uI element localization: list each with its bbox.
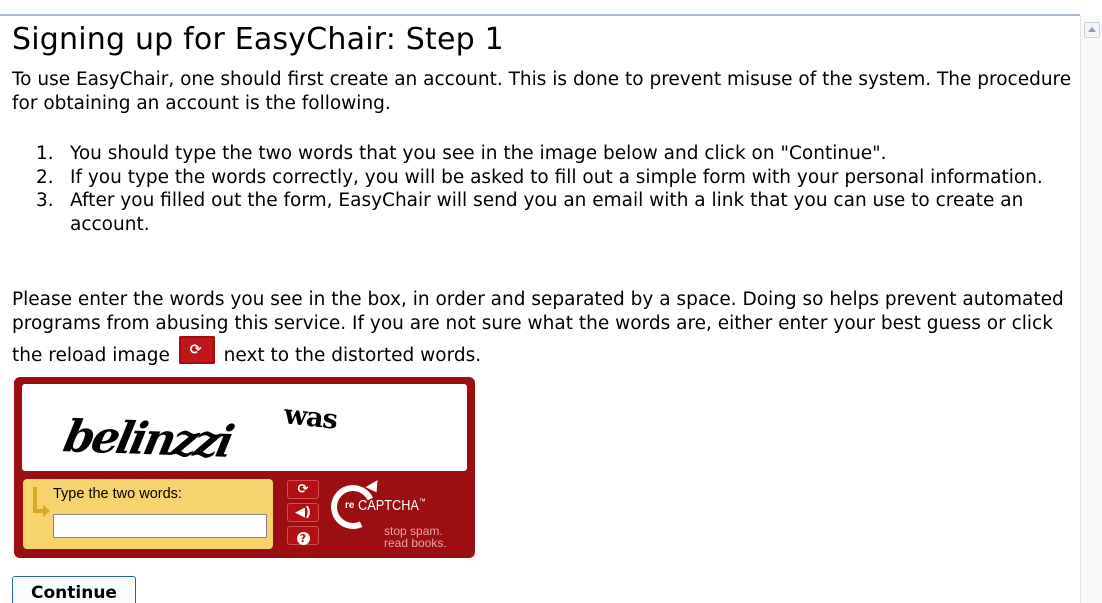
reload-icon: ⟳ — [297, 482, 309, 497]
captcha-instructions: Please enter the words you see in the bo… — [12, 288, 1080, 368]
scroll-up-button[interactable] — [1084, 22, 1100, 38]
arrow-icon-head — [43, 505, 50, 517]
recaptcha-widget: belinzzi was Type the two words: ⟳ ◀) ? … — [14, 377, 475, 558]
logo-name: CAPTCHA™ — [358, 497, 426, 514]
instructions-text: Please enter the words you see in the bo… — [12, 289, 1064, 366]
logo-tagline-2: read books. — [384, 536, 447, 550]
steps-list: 1. You should type the two words that yo… — [0, 142, 1080, 237]
step-number: 2. — [36, 167, 54, 188]
reload-icon: ⟳ — [178, 336, 215, 364]
list-item: 1. You should type the two words that yo… — [0, 142, 1080, 166]
step-text: If you type the words correctly, you wil… — [70, 167, 1043, 188]
chevron-up-icon — [1088, 27, 1096, 32]
logo-trademark: ™ — [418, 497, 426, 506]
list-item: 2. If you type the words correctly, you … — [0, 166, 1080, 190]
step-text: After you filled out the form, EasyChair… — [70, 190, 1024, 235]
captcha-response-input[interactable] — [53, 514, 267, 538]
captcha-reload-button[interactable]: ⟳ — [287, 480, 319, 499]
list-item: 3. After you filled out the form, EasyCh… — [0, 189, 1080, 237]
intro-paragraph: To use EasyChair, one should first creat… — [12, 69, 1072, 114]
captcha-word-1: belinzzi — [59, 411, 236, 468]
logo-name-text: CAPTCHA — [358, 497, 419, 514]
captcha-prompt-label: Type the two words: — [53, 486, 182, 502]
captcha-image: belinzzi was — [22, 384, 467, 471]
vertical-scrollbar[interactable] — [1080, 16, 1102, 603]
help-icon: ? — [296, 532, 310, 545]
captcha-word-2: was — [282, 399, 339, 436]
captcha-audio-button[interactable]: ◀) — [287, 503, 319, 522]
speaker-icon: ◀) — [295, 505, 311, 520]
logo-prefix: re — [345, 500, 355, 511]
recaptcha-logo: re CAPTCHA™ stop spam. read books. — [324, 478, 469, 553]
page-content: Signing up for EasyChair: Step 1 To use … — [0, 16, 1080, 603]
step-text: You should type the two words that you s… — [70, 143, 887, 164]
instructions-text-end: next to the distorted words. — [223, 345, 482, 366]
step-number: 1. — [36, 143, 54, 164]
page-title: Signing up for EasyChair: Step 1 — [12, 22, 504, 57]
continue-button[interactable]: Continue — [12, 576, 136, 603]
captcha-help-button[interactable]: ? — [287, 526, 319, 545]
step-number: 3. — [36, 190, 54, 211]
captcha-input-panel: Type the two words: — [23, 479, 273, 549]
